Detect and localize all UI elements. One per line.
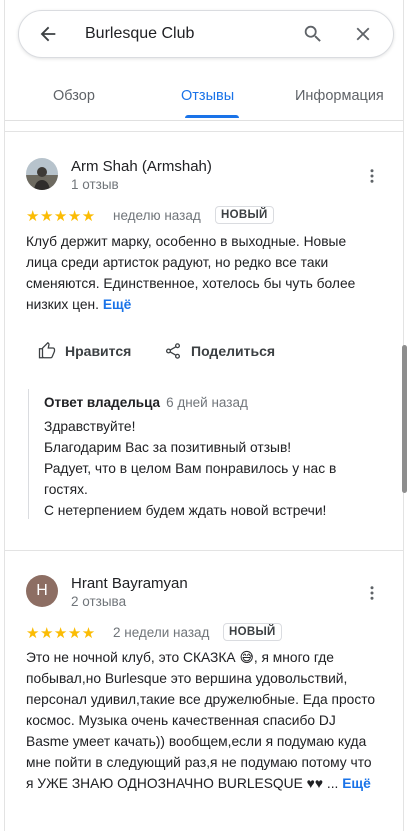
review-body: Клуб держит марку, особенно в выходные. … bbox=[26, 234, 356, 312]
review-menu-button[interactable] bbox=[362, 583, 382, 603]
review-text: Это не ночной клуб, это СКАЗКА 😅, я мног… bbox=[26, 647, 378, 794]
avatar[interactable]: H bbox=[26, 575, 58, 607]
review-date: 2 недели назад bbox=[113, 625, 210, 640]
owner-response-date: 6 дней назад bbox=[166, 395, 248, 410]
tab-reviews[interactable]: Отзывы bbox=[181, 88, 234, 104]
avatar[interactable] bbox=[26, 158, 58, 190]
tab-overview[interactable]: Обзор bbox=[53, 88, 95, 104]
share-icon bbox=[165, 343, 181, 359]
review-date: неделю назад bbox=[113, 208, 201, 223]
search-bar bbox=[18, 10, 394, 58]
left-border bbox=[4, 0, 5, 831]
thumb-up-icon bbox=[38, 342, 56, 359]
active-tab-indicator bbox=[185, 115, 239, 118]
share-button[interactable]: Поделиться bbox=[164, 342, 275, 360]
more-vert-icon bbox=[370, 169, 374, 183]
review-author-name[interactable]: Hrant Bayramyan bbox=[71, 575, 188, 592]
review-menu-button[interactable] bbox=[362, 166, 382, 186]
back-button[interactable] bbox=[28, 14, 68, 54]
search-input[interactable] bbox=[85, 22, 293, 46]
arrow-back-icon bbox=[40, 26, 56, 42]
more-vert-icon bbox=[370, 586, 374, 600]
owner-response-text: Здравствуйте! Благодарим Вас за позитивн… bbox=[44, 419, 337, 518]
review-author-name[interactable]: Arm Shah (Armshah) bbox=[71, 158, 212, 175]
new-badge: НОВЫЙ bbox=[223, 623, 282, 641]
tab-bar: Обзор Отзывы Информация bbox=[5, 78, 403, 121]
search-icon bbox=[304, 25, 321, 42]
more-link[interactable]: Ещё bbox=[342, 776, 371, 791]
owner-response-header: Ответ владельца 6 дней назад bbox=[44, 395, 248, 410]
like-label: Нравится bbox=[65, 343, 132, 359]
section-divider bbox=[5, 131, 403, 132]
avatar-photo-icon bbox=[26, 158, 58, 190]
share-label: Поделиться bbox=[191, 343, 276, 359]
review-divider bbox=[5, 550, 403, 551]
review-text: Клуб держит марку, особенно в выходные. … bbox=[26, 231, 378, 315]
search-button[interactable] bbox=[293, 14, 333, 54]
review-body: Это не ночной клуб, это СКАЗКА 😅, я мног… bbox=[26, 650, 376, 791]
more-link[interactable]: Ещё bbox=[103, 297, 132, 312]
new-badge: НОВЫЙ bbox=[215, 206, 274, 224]
owner-response-label: Ответ владельца bbox=[44, 395, 161, 410]
review-author-count: 1 отзыв bbox=[71, 177, 119, 192]
star-rating: ★★★★★ bbox=[26, 208, 96, 225]
scrollbar[interactable] bbox=[402, 345, 407, 493]
star-rating: ★★★★★ bbox=[26, 625, 96, 642]
owner-response: Ответ владельца 6 дней назад Здравствуйте… bbox=[28, 389, 369, 519]
close-icon bbox=[356, 27, 370, 41]
like-button[interactable]: Нравится bbox=[38, 342, 131, 360]
review-author-count: 2 отзыва bbox=[71, 594, 127, 609]
clear-button[interactable] bbox=[343, 14, 383, 54]
tab-info[interactable]: Информация bbox=[295, 88, 384, 104]
